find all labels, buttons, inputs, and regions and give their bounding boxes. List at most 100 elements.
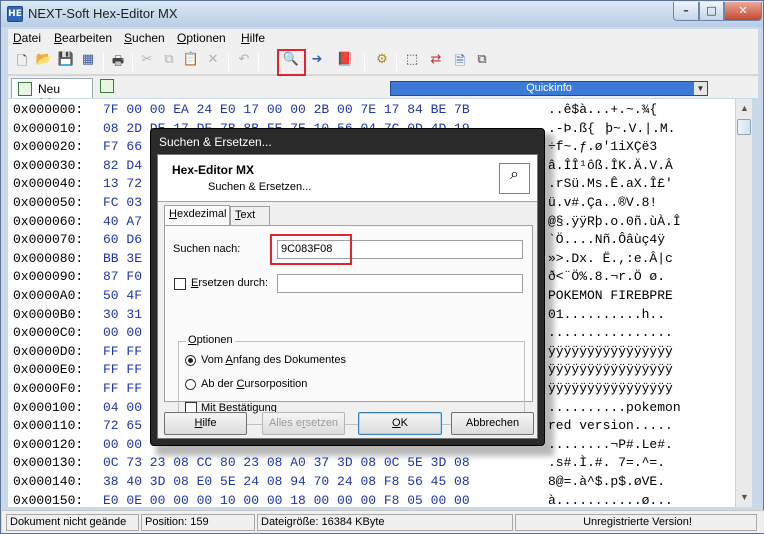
hex-row[interactable]: 0x0000D0: FF FF ÿÿÿÿÿÿÿÿÿÿÿÿÿÿÿÿ [13, 343, 673, 361]
hex-row[interactable]: 0x0000F0: FF FF ÿÿÿÿÿÿÿÿÿÿÿÿÿÿÿÿ [13, 380, 673, 398]
hex-row[interactable]: 0x000050: FC 03 ü.v#.Ça..®V.8! [13, 194, 657, 212]
print-icon[interactable]: 🖶 [108, 52, 128, 72]
tab-accel: H [169, 208, 177, 220]
quickinfo-dropdown[interactable]: Quickinfo ▼ [390, 81, 708, 96]
hex-row[interactable]: 0x000030: 82 D4 â.ÎÎ¹ôß.ÎK.Ä.V.Â [13, 157, 673, 175]
hex-row[interactable]: 0x000000: 7F 00 00 EA 24 E0 17 00 00 2B 0… [13, 101, 657, 119]
dialog-header: Hex-Editor MX Suchen & Ersetzen... ⌕ [158, 155, 537, 202]
menu-optionen[interactable]: Optionen [177, 31, 226, 45]
title-bar[interactable]: HE NEXT-Soft Hex-Editor MX – □ ✕ [1, 1, 763, 27]
hex-row[interactable]: 0x0000B0: 30 31 01..........h.. [13, 306, 665, 324]
tab-hexdezimal[interactable]: Hexdezimal [164, 205, 230, 225]
menu-datei[interactable]: Datei [13, 31, 41, 45]
row-ascii: ÷f~.ƒ.ø'1iXÇë3 [548, 139, 658, 155]
row-offset: 0x0000D0: [13, 343, 84, 359]
new-tab-icon[interactable] [100, 79, 114, 93]
menu-label: ptionen [186, 31, 226, 45]
row-offset: 0x0000C0: [13, 325, 84, 341]
row-ascii: .rSü.Ms.Ê.aX.Î£' [548, 176, 673, 192]
hex-row[interactable]: 0x000130: 0C 73 23 08 CC 80 23 08 A0 37 3… [13, 454, 665, 472]
hex-row[interactable]: 0x000120: 00 00 ........¬P#.Le#. [13, 436, 673, 454]
hex-row[interactable]: 0x0000E0: FF FF ÿÿÿÿÿÿÿÿÿÿÿÿÿÿÿÿ [13, 361, 673, 379]
find-next-icon[interactable]: ➜ [307, 52, 327, 72]
open-folder-icon[interactable]: 📂 [34, 52, 54, 72]
scroll-up-icon[interactable]: ▲ [737, 100, 752, 116]
button-accel: O [392, 417, 401, 429]
row-hex-bytes: FF FF [103, 381, 143, 396]
toolbar: 🗋 📂 💾 ▦ 🖶 ✂ ⧉ 📋 ✕ ↶ 🔍 ➜ 📕 ⚙ ⬚ ⇄ 🗎 ⧉ [8, 49, 758, 76]
hex-tab-panel: Suchen nach: 9C083F08 Ersetzen durch: Op… [164, 225, 533, 425]
row-offset: 0x0000E0: [13, 362, 84, 378]
cancel-button[interactable]: Abbrechen [451, 412, 534, 435]
menu-bearbeiten[interactable]: Bearbeiten [54, 31, 112, 45]
row-hex-bytes: FF FF [103, 362, 143, 378]
select-block-icon[interactable]: ⬚ [402, 52, 422, 72]
label-text: nfang des Dokumentes [232, 354, 346, 366]
row-hex-bytes: 60 D6 [103, 232, 143, 248]
vertical-scrollbar[interactable]: ▲ ▼ [735, 99, 752, 507]
row-offset: 0x000080: [13, 250, 84, 266]
undo-icon[interactable]: ↶ [234, 52, 254, 72]
row-ascii: POKEMON FIREBPRE [548, 288, 673, 303]
help-button[interactable]: Hilfe [164, 412, 247, 435]
close-button[interactable]: ✕ [724, 2, 762, 21]
save-all-icon[interactable]: ▦ [78, 52, 98, 72]
replace-checkbox[interactable] [174, 278, 186, 290]
menu-accel: H [241, 31, 250, 45]
tools-icon[interactable]: ⚙ [372, 52, 392, 72]
tab-text[interactable]: Text [230, 206, 270, 225]
maximize-button[interactable]: □ [699, 2, 724, 21]
minimize-button[interactable]: – [673, 2, 699, 21]
tab-neu-1-hex[interactable]: Neu 1.hex [11, 78, 93, 110]
hex-row[interactable]: 0x000110: 72 65 red version..... [13, 417, 673, 435]
replace-all-button[interactable]: Alles ersetzen [262, 412, 345, 435]
menu-hilfe[interactable]: Hilfe [241, 31, 265, 45]
hex-row[interactable]: 0x000140: 38 40 3D 08 E0 5E 24 08 94 70 2… [13, 473, 665, 491]
radio-from-cursor-label[interactable]: Ab der Cursorposition [201, 378, 307, 390]
radio-from-start[interactable] [185, 355, 196, 366]
export-icon[interactable]: 🗎 [450, 52, 470, 72]
dialog-body: Hex-Editor MX Suchen & Ersetzen... ⌕ Hex… [157, 154, 538, 439]
label-accel: O [188, 334, 197, 346]
row-hex-bytes: FF FF [103, 343, 143, 359]
window-icon[interactable]: ⧉ [472, 52, 492, 72]
save-icon[interactable]: 💾 [56, 52, 76, 72]
paste-icon[interactable]: 📋 [181, 52, 201, 72]
convert-abc-icon[interactable]: ⇄ [426, 52, 446, 72]
row-ascii: ........¬P#.Le#. [548, 436, 673, 452]
scroll-down-icon[interactable]: ▼ [737, 489, 752, 505]
hex-row[interactable]: 0x000060: 40 A7 @§.ÿÿRþ.o.0ñ.ùÀ.Î [13, 213, 681, 231]
dialog-title: Suchen & Ersetzen... [159, 135, 272, 149]
row-hex-bytes: 87 F0 [103, 269, 143, 285]
hex-row[interactable]: 0x000010:08 2D DE 17 DF 7B 8B FE 7E 10 5… [13, 120, 675, 138]
hex-row[interactable]: 0x000080: BB 3E »>.Dx. Ë.,:e.Â|c [13, 250, 673, 268]
status-bar: Dokument nicht geände Position: 159 Date… [2, 510, 764, 533]
copy-icon[interactable]: ⧉ [159, 52, 179, 72]
menu-accel: B [54, 31, 63, 45]
bookmark-book-icon[interactable]: 📕 [335, 52, 355, 72]
cut-icon[interactable]: ✂ [137, 52, 157, 72]
hex-row[interactable]: 0x000150: E0 0E 00 00 00 10 00 00 18 00 0… [13, 492, 673, 507]
label-accel: A [225, 354, 233, 366]
row-hex-bytes: BB 3E [103, 250, 143, 266]
delete-icon[interactable]: ✕ [203, 52, 223, 72]
hex-row[interactable]: 0x000040: 13 72 .rSü.Ms.Ê.aX.Î£' [13, 175, 673, 193]
radio-from-cursor[interactable] [185, 379, 196, 390]
row-offset: 0x000070: [13, 232, 84, 248]
hex-row[interactable]: 0x0000C0: 00 00................ [13, 324, 673, 342]
ok-button[interactable]: OK [358, 412, 442, 435]
hex-row[interactable]: 0x000100: 04 00 ..........pokemon [13, 399, 681, 417]
menu-suchen[interactable]: Suchen [124, 31, 165, 45]
app-icon: HE [7, 6, 23, 22]
scroll-thumb[interactable] [737, 119, 751, 135]
hex-row[interactable]: 0x000070: 60 D6 `Ö....Nñ.Ôâùç4ÿ [13, 231, 665, 249]
status-registration: Unregistrierte Version! [515, 514, 757, 531]
hex-row[interactable]: 0x000020: F7 66 ÷f~.ƒ.ø'1iXÇë3 [13, 138, 657, 156]
label-text: ptionen [196, 334, 233, 346]
hex-row[interactable]: 0x000090: 87 F0 ð<¨Ö%.8.¬r.Ö ø. [13, 268, 665, 286]
replace-input[interactable] [277, 274, 523, 293]
button-label: setzen [305, 417, 339, 429]
hex-row[interactable]: 0x0000A0: 50 4F POKEMON FIREBPRE [13, 287, 673, 305]
new-file-icon[interactable]: 🗋 [12, 52, 32, 72]
radio-from-start-label[interactable]: Vom Anfang des Dokumentes [201, 354, 346, 366]
